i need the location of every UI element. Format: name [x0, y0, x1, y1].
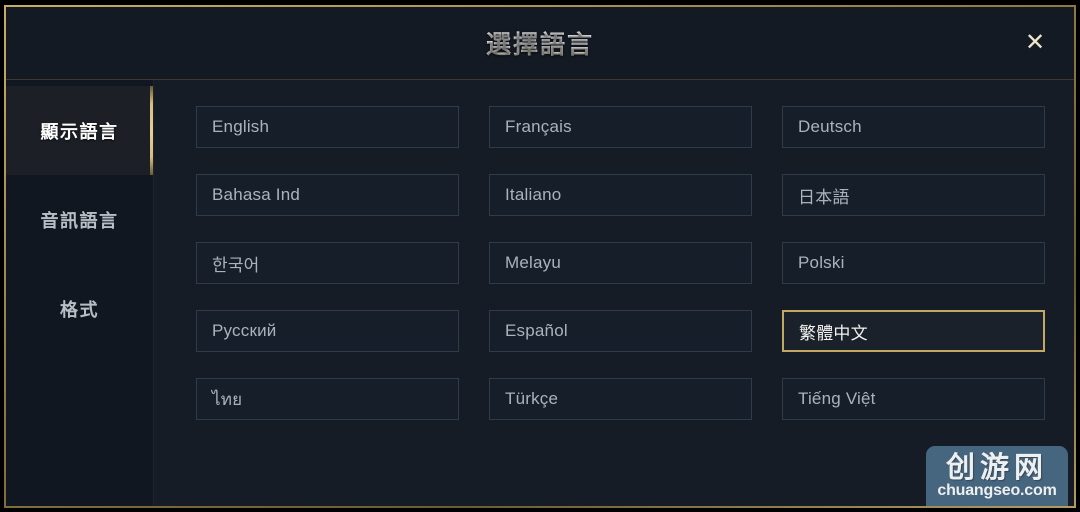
sidebar-item-label: 音訊語言 [40, 210, 119, 231]
language-option-selected[interactable]: 繁體中文 [782, 310, 1045, 352]
language-option[interactable]: 日本語 [782, 174, 1045, 216]
language-option[interactable]: Tiếng Việt [782, 378, 1045, 420]
language-option-label: 日本語 [798, 187, 850, 207]
watermark: 创游网 chuangseo.com [926, 446, 1068, 506]
language-option[interactable]: Italiano [489, 174, 752, 216]
language-option-label: Français [505, 117, 572, 136]
language-option[interactable]: Bahasa Ind [196, 174, 459, 216]
language-option-label: Español [505, 321, 568, 340]
page-title: 選擇語言 [6, 25, 1074, 61]
language-option[interactable]: 한국어 [196, 242, 459, 284]
language-option[interactable]: ไทย [196, 378, 459, 420]
language-option[interactable]: Polski [782, 242, 1045, 284]
language-option-label: Italiano [505, 185, 562, 204]
language-option[interactable]: Русский [196, 310, 459, 352]
language-option-label: Deutsch [798, 117, 862, 136]
language-option-label: English [212, 117, 270, 136]
sidebar-item-1[interactable]: 音訊語言 [6, 175, 153, 264]
language-option[interactable]: Français [489, 106, 752, 148]
language-option[interactable]: English [196, 106, 459, 148]
language-option-label: 한국어 [212, 255, 260, 275]
language-grid: English Français Deutsch Bahasa Ind Italiano… [196, 106, 1045, 420]
language-option[interactable]: Türkçe [489, 378, 752, 420]
language-option-label: 繁體中文 [799, 323, 868, 343]
close-icon[interactable]: ✕ [1018, 26, 1052, 60]
sidebar: 顯示語言音訊語言格式 [6, 80, 154, 506]
language-option-label: Bahasa Ind [212, 185, 301, 204]
language-option-label: ไทย [212, 389, 243, 409]
language-option[interactable]: Deutsch [782, 106, 1045, 148]
language-option-label: Русский [212, 321, 277, 340]
language-option-label: Türkçe [505, 389, 559, 408]
content-panel: English Français Deutsch Bahasa Ind Italiano… [154, 80, 1074, 506]
sidebar-item-label: 格式 [60, 299, 99, 320]
sidebar-item-label: 顯示語言 [40, 121, 119, 142]
dialog-body: 顯示語言音訊語言格式 English Français Deutsch Bahasa … [6, 80, 1074, 506]
language-option[interactable]: Melayu [489, 242, 752, 284]
sidebar-item-2[interactable]: 格式 [6, 264, 153, 353]
dialog-header: 選擇語言 ✕ [6, 7, 1074, 80]
language-selection-dialog: 選擇語言 ✕ 顯示語言音訊語言格式 English Français Deutsch… [4, 5, 1076, 508]
language-option-label: Melayu [505, 253, 562, 272]
language-option-label: Tiếng Việt [798, 389, 876, 408]
language-option[interactable]: Español [489, 310, 752, 352]
watermark-url: chuangseo.com [937, 482, 1057, 499]
language-option-label: Polski [798, 253, 845, 272]
watermark-logo: 创游网 [945, 450, 1048, 484]
sidebar-item-0[interactable]: 顯示語言 [6, 86, 153, 175]
